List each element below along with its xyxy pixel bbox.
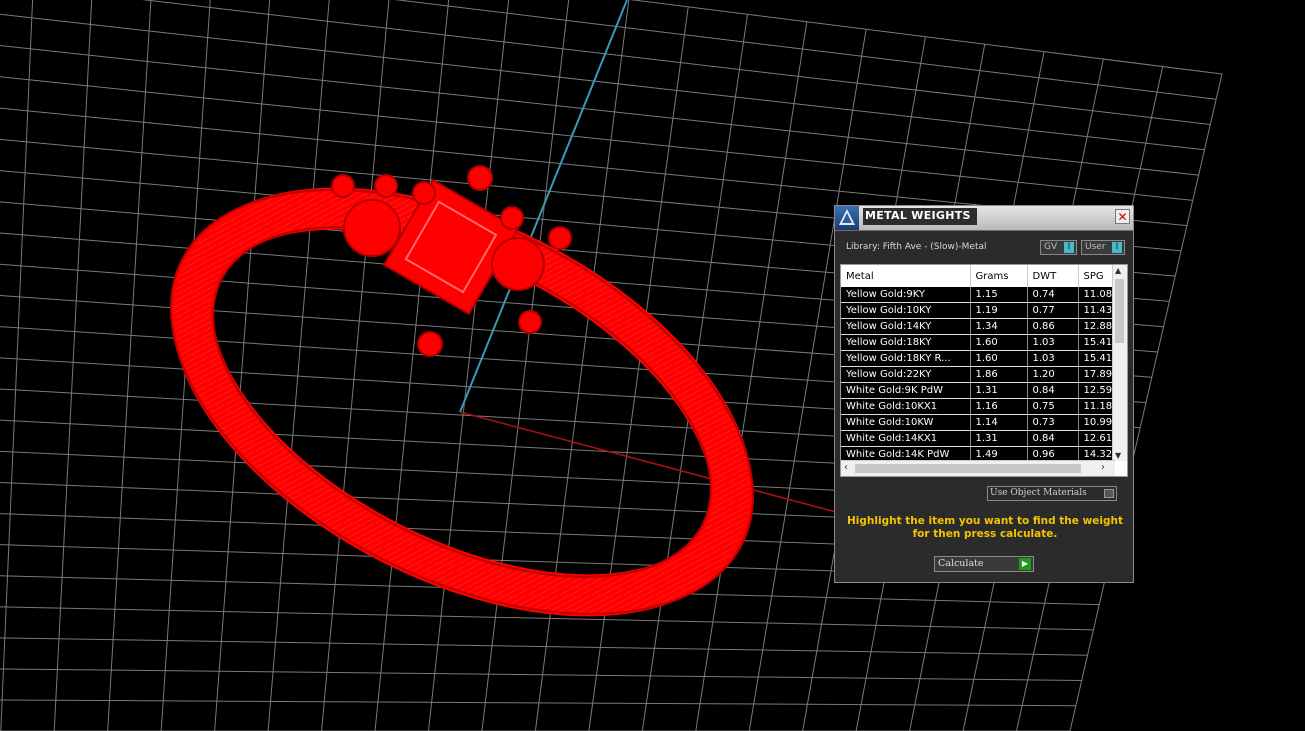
table-row[interactable]: Yellow Gold:10KY 1.19 0.77 11.43 — [841, 302, 1114, 319]
app-logo-icon — [835, 206, 859, 230]
table-row[interactable]: Yellow Gold:18KY R... 1.60 1.03 15.41 — [841, 350, 1114, 367]
metal-cell: White Gold:10KW — [841, 414, 971, 431]
calculate-label: Calculate — [938, 558, 984, 569]
play-icon: ▶ — [1019, 558, 1031, 570]
vertical-scroll-thumb[interactable] — [1115, 279, 1124, 343]
dwt-cell: 0.84 — [1027, 382, 1079, 399]
dwt-cell: 0.73 — [1027, 414, 1079, 431]
spg-cell: 11.08 — [1078, 287, 1114, 303]
metal-cell: Yellow Gold:10KY — [841, 302, 971, 319]
horizontal-scrollbar[interactable]: ‹ › — [841, 460, 1115, 476]
table-row[interactable]: Yellow Gold:22KY 1.86 1.20 17.89 — [841, 366, 1114, 383]
column-header-grams[interactable]: Grams — [970, 265, 1028, 287]
grams-cell: 1.86 — [970, 366, 1028, 383]
scroll-down-icon[interactable]: ▼ — [1115, 451, 1121, 460]
spg-cell: 12.59 — [1078, 382, 1114, 399]
grams-cell: 1.31 — [970, 382, 1028, 399]
metal-cell: Yellow Gold:22KY — [841, 366, 971, 383]
gv-toggle-label: GV — [1044, 242, 1058, 252]
dwt-cell: 1.03 — [1027, 350, 1079, 367]
table-row[interactable]: White Gold:10KW 1.14 0.73 10.99 — [841, 414, 1114, 431]
table-row[interactable]: Yellow Gold:14KY 1.34 0.86 12.88 — [841, 318, 1114, 335]
use-object-materials-checkbox[interactable]: Use Object Materials — [987, 486, 1117, 501]
column-header-metal[interactable]: Metal — [841, 265, 971, 287]
user-toggle-label: User — [1085, 242, 1106, 252]
dwt-cell: 0.84 — [1027, 430, 1079, 447]
table-row[interactable]: Yellow Gold:9KY 1.15 0.74 11.08 — [841, 287, 1114, 303]
dwt-cell: 0.77 — [1027, 302, 1079, 319]
grams-cell: 1.60 — [970, 350, 1028, 367]
grams-cell: 1.15 — [970, 287, 1028, 303]
scroll-right-icon[interactable]: › — [1101, 462, 1105, 473]
metal-cell: Yellow Gold:9KY — [841, 287, 971, 303]
table-header-row: Metal Grams DWT SPG — [841, 265, 1114, 287]
table-row[interactable]: Yellow Gold:18KY 1.60 1.03 15.41 — [841, 334, 1114, 351]
table-row[interactable]: White Gold:14KX1 1.31 0.84 12.61 — [841, 430, 1114, 447]
metal-cell: White Gold:10KX1 — [841, 398, 971, 415]
table-row[interactable]: White Gold:9K PdW 1.31 0.84 12.59 — [841, 382, 1114, 399]
scroll-left-icon[interactable]: ‹ — [844, 462, 848, 473]
metal-cell: White Gold:14KX1 — [841, 430, 971, 447]
gv-toggle[interactable]: GV I — [1040, 240, 1077, 255]
dwt-cell: 0.75 — [1027, 398, 1079, 415]
checkbox-icon[interactable] — [1104, 489, 1114, 498]
dwt-cell: 1.20 — [1027, 366, 1079, 383]
metal-cell: Yellow Gold:18KY — [841, 334, 971, 351]
grams-cell: 1.16 — [970, 398, 1028, 415]
metal-table: Metal Grams DWT SPG Yellow Gold:9KY 1.15 0… — [840, 264, 1128, 477]
dwt-cell: 1.03 — [1027, 334, 1079, 351]
spg-cell: 17.89 — [1078, 366, 1114, 383]
spg-cell: 10.99 — [1078, 414, 1114, 431]
gv-toggle-indicator: I — [1064, 242, 1074, 253]
grams-cell: 1.34 — [970, 318, 1028, 335]
dwt-cell: 0.86 — [1027, 318, 1079, 335]
user-toggle-indicator: I — [1112, 242, 1122, 253]
calculate-button[interactable]: Calculate ▶ — [934, 556, 1034, 572]
grams-cell: 1.14 — [970, 414, 1028, 431]
use-object-materials-label: Use Object Materials — [990, 488, 1087, 498]
y-axis-line — [459, 0, 628, 413]
grams-cell: 1.31 — [970, 430, 1028, 447]
column-header-dwt[interactable]: DWT — [1027, 265, 1079, 287]
column-header-spg[interactable]: SPG — [1078, 265, 1114, 287]
dialog-title: METAL WEIGHTS — [863, 208, 977, 225]
spg-cell: 15.41 — [1078, 334, 1114, 351]
horizontal-scroll-thumb[interactable] — [855, 464, 1081, 473]
grams-cell: 1.60 — [970, 334, 1028, 351]
user-toggle[interactable]: User I — [1081, 240, 1125, 255]
instruction-text: Highlight the item you want to find the … — [847, 515, 1123, 540]
grams-cell: 1.19 — [970, 302, 1028, 319]
spg-cell: 12.61 — [1078, 430, 1114, 447]
metal-weights-dialog: METAL WEIGHTS ✕ Library: Fifth Ave - (Sl… — [834, 205, 1134, 583]
library-label: Library: Fifth Ave - (Slow)-Metal — [846, 242, 987, 252]
table-row[interactable]: White Gold:10KX1 1.16 0.75 11.18 — [841, 398, 1114, 415]
dialog-titlebar[interactable]: METAL WEIGHTS ✕ — [835, 206, 1133, 231]
spg-cell: 12.88 — [1078, 318, 1114, 335]
dwt-cell: 0.74 — [1027, 287, 1079, 303]
scroll-up-icon[interactable]: ▲ — [1115, 266, 1121, 275]
metal-cell: Yellow Gold:14KY — [841, 318, 971, 335]
x-axis-line — [459, 411, 837, 513]
metal-cell: Yellow Gold:18KY R... — [841, 350, 971, 367]
metal-cell: White Gold:9K PdW — [841, 382, 971, 399]
spg-cell: 15.41 — [1078, 350, 1114, 367]
spg-cell: 11.43 — [1078, 302, 1114, 319]
close-icon[interactable]: ✕ — [1115, 209, 1130, 224]
vertical-scrollbar[interactable]: ▲ ▼ — [1112, 265, 1127, 461]
spg-cell: 11.18 — [1078, 398, 1114, 415]
